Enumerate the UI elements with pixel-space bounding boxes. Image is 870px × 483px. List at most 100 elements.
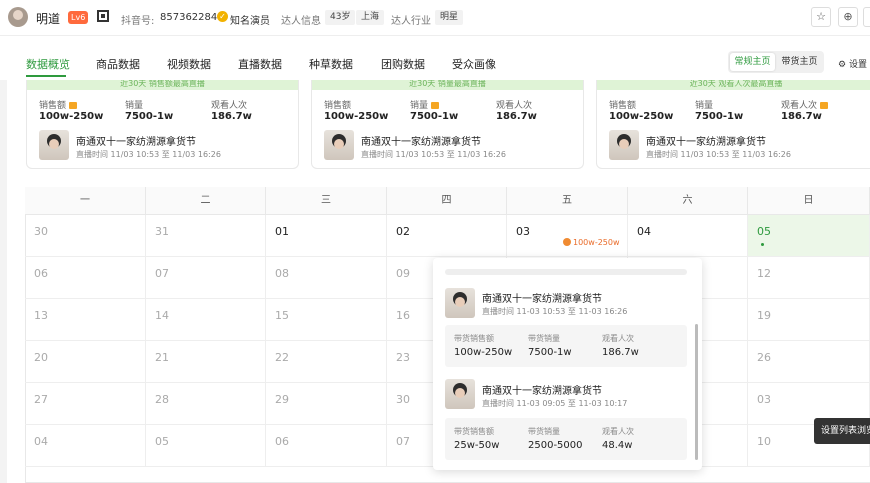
level-badge: Lv6 bbox=[68, 11, 89, 24]
calendar-day-cell[interactable]: 08 bbox=[266, 257, 387, 299]
top-live-card-volume[interactable]: 近30天 销量最高直播 销售额 销量 观看人次 100w-250w 7500-1… bbox=[311, 80, 584, 169]
tab-live[interactable]: 直播数据 bbox=[238, 56, 282, 72]
weekday-header: 日 bbox=[748, 187, 870, 215]
tab-goods[interactable]: 商品数据 bbox=[96, 56, 140, 72]
settings-button[interactable]: ⚙ 设置 bbox=[838, 57, 867, 70]
calendar-day-cell[interactable]: 28 bbox=[146, 383, 266, 425]
goods-homepage-button[interactable]: 带货主页 bbox=[777, 53, 822, 71]
live-title: 南通双十一家纺溯源拿货节 bbox=[361, 137, 481, 148]
calendar-day-cell[interactable]: 15 bbox=[266, 299, 387, 341]
calendar-day-cell[interactable]: 01 bbox=[266, 215, 387, 257]
calendar-day-cell[interactable]: 05 bbox=[146, 425, 266, 467]
day-number: 08 bbox=[275, 267, 289, 280]
card-banner: 近30天 销量最高直播 bbox=[312, 80, 583, 90]
normal-homepage-button[interactable]: 常规主页 bbox=[730, 53, 775, 71]
tab-seeding[interactable]: 种草数据 bbox=[309, 56, 353, 72]
day-number: 30 bbox=[396, 393, 410, 406]
tab-group-buy[interactable]: 团购数据 bbox=[381, 56, 425, 72]
calendar-day-cell[interactable]: 31 bbox=[146, 215, 266, 257]
calendar-day-cell[interactable]: 05 bbox=[748, 215, 870, 257]
star-icon[interactable]: ☆ bbox=[811, 7, 831, 27]
top-live-card-sales[interactable]: 近30天 销售额最高直播 销售额 销量 观看人次 100w-250w 7500-… bbox=[26, 80, 299, 169]
calendar-day-cell[interactable]: 04 bbox=[628, 215, 748, 257]
creator-info-label: 达人信息 bbox=[281, 16, 321, 27]
creator-name: 明道 bbox=[36, 12, 61, 26]
settings-label: 设置 bbox=[848, 60, 867, 70]
avatar[interactable] bbox=[8, 7, 28, 27]
calendar-day-cell[interactable]: 21 bbox=[146, 341, 266, 383]
day-number: 13 bbox=[34, 309, 48, 322]
day-number: 31 bbox=[155, 225, 169, 238]
day-number: 03 bbox=[757, 393, 771, 406]
day-number: 06 bbox=[275, 435, 289, 448]
weekday-header: 五 bbox=[507, 187, 628, 215]
live-thumbnail bbox=[445, 288, 475, 318]
live-stats: 带货销售额 带货销量 观看人次 100w-250w 7500-1w 186.7w bbox=[445, 325, 687, 367]
stat-value: 100w-250w bbox=[39, 111, 104, 122]
live-dot bbox=[761, 243, 764, 246]
calendar-day-cell[interactable]: 13 bbox=[25, 299, 146, 341]
live-thumbnail bbox=[39, 130, 69, 160]
stat-label: 销售额 bbox=[39, 98, 78, 111]
calendar-day-cell[interactable]: 07 bbox=[146, 257, 266, 299]
stat-label: 观看人次 bbox=[781, 98, 829, 111]
qrcode-icon[interactable] bbox=[97, 10, 109, 22]
live-title[interactable]: 南通双十一家纺溯源拿货节 bbox=[482, 382, 602, 397]
live-title[interactable]: 南通双十一家纺溯源拿货节 bbox=[482, 290, 602, 305]
calendar-day-cell[interactable]: 27 bbox=[25, 383, 146, 425]
stat-value: 100w-250w bbox=[609, 111, 674, 122]
top-live-card-views[interactable]: 近30天 观看人次最高直播 销售额 销量 观看人次 100w-250w 7500… bbox=[596, 80, 870, 169]
tab-video[interactable]: 视频数据 bbox=[167, 56, 211, 72]
calendar-day-cell[interactable]: 02 bbox=[387, 215, 507, 257]
day-number: 06 bbox=[34, 267, 48, 280]
day-sales-tag[interactable]: 100w-250w bbox=[563, 238, 620, 247]
calendar-day-cell[interactable]: 26 bbox=[748, 341, 870, 383]
active-tab-indicator bbox=[26, 75, 66, 77]
day-number: 01 bbox=[275, 225, 289, 238]
stat-label: 销售额 bbox=[609, 101, 637, 111]
tab-audience[interactable]: 受众画像 bbox=[452, 56, 496, 72]
live-time: 直播时间 11/03 10:53 至 11/03 16:26 bbox=[76, 150, 221, 159]
weekday-header: 二 bbox=[146, 187, 266, 215]
stat-label: 观看人次 bbox=[602, 427, 634, 436]
homepage-switch: 常规主页 带货主页 bbox=[728, 51, 824, 73]
stat-label: 观看人次 bbox=[602, 334, 634, 343]
calendar-day-cell[interactable]: 20 bbox=[25, 341, 146, 383]
calendar-day-cell[interactable]: 30 bbox=[25, 215, 146, 257]
day-number: 03 bbox=[516, 225, 530, 238]
day-number: 30 bbox=[34, 225, 48, 238]
calendar-day-cell[interactable]: 03 100w-250w bbox=[507, 215, 628, 257]
calendar-day-cell[interactable]: 06 bbox=[25, 257, 146, 299]
stat-value: 2500-5000 bbox=[528, 440, 583, 451]
add-icon[interactable]: ⊕ bbox=[838, 7, 858, 27]
popover-scrollbar[interactable] bbox=[695, 324, 698, 460]
live-thumbnail bbox=[445, 379, 475, 409]
more-button[interactable] bbox=[863, 7, 870, 27]
stat-value: 186.7w bbox=[602, 347, 639, 358]
calendar-day-cell[interactable]: 06 bbox=[266, 425, 387, 467]
stat-label: 带货销售额 bbox=[454, 427, 494, 436]
calendar-day-cell[interactable]: 04 bbox=[25, 425, 146, 467]
stat-value: 100w-250w bbox=[324, 111, 389, 122]
day-number: 28 bbox=[155, 393, 169, 406]
calendar-day-cell[interactable]: 22 bbox=[266, 341, 387, 383]
stat-value: 7500-1w bbox=[528, 347, 572, 358]
stat-label: 观看人次 bbox=[211, 101, 248, 111]
stat-label: 销量 bbox=[410, 98, 440, 111]
calendar-day-cell[interactable]: 29 bbox=[266, 383, 387, 425]
stat-label: 销量 bbox=[695, 101, 714, 111]
day-number: 23 bbox=[396, 351, 410, 364]
verified-icon: ✓ bbox=[217, 11, 228, 22]
day-number: 20 bbox=[34, 351, 48, 364]
city-tag: 上海 bbox=[356, 10, 385, 25]
calendar-day-cell[interactable]: 14 bbox=[146, 299, 266, 341]
live-title: 南通双十一家纺溯源拿货节 bbox=[646, 137, 766, 148]
card-banner: 近30天 观看人次最高直播 bbox=[597, 80, 870, 90]
verified-label: 知名演员 bbox=[230, 16, 270, 27]
calendar-day-cell[interactable]: 12 bbox=[748, 257, 870, 299]
tab-overview[interactable]: 数据概览 bbox=[26, 56, 70, 72]
calendar-day-cell[interactable]: 19 bbox=[748, 299, 870, 341]
day-number: 05 bbox=[155, 435, 169, 448]
list-view-tooltip[interactable]: 设置列表浏览 bbox=[814, 418, 870, 444]
day-number: 05 bbox=[757, 225, 771, 238]
